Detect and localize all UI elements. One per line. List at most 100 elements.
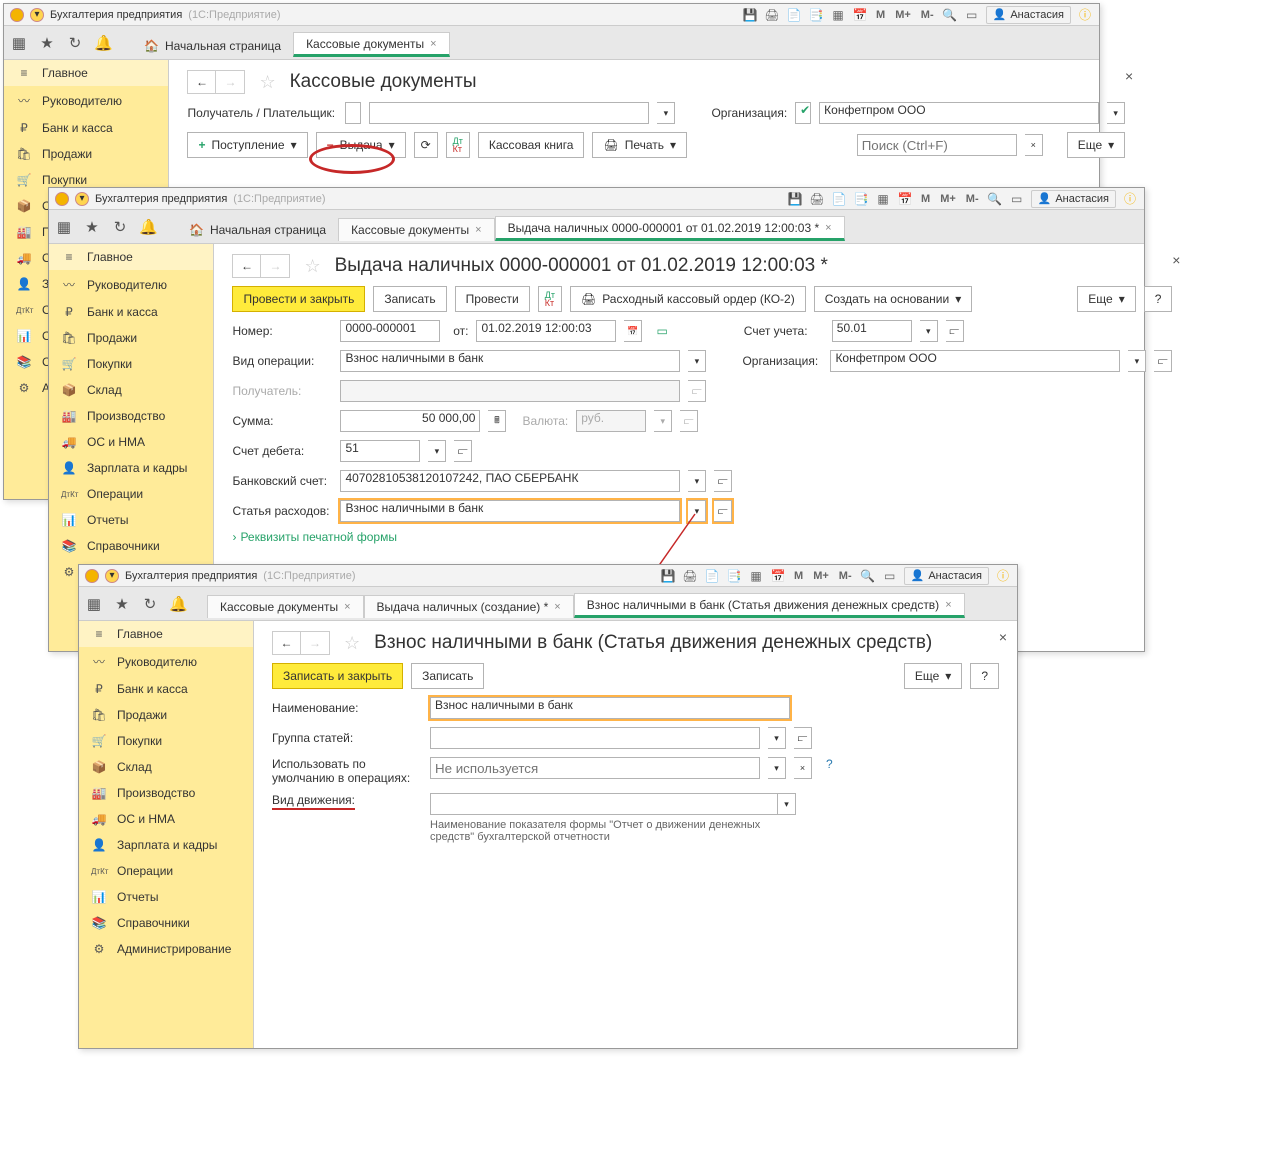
save-icon[interactable]: 💾 [742, 8, 758, 22]
bell-icon[interactable]: 🔔 [94, 34, 112, 52]
nav-fwd[interactable]: → [216, 71, 244, 93]
bank-input[interactable]: 40702810538120107242, ПАО СБЕРБАНК [340, 470, 680, 492]
apps-icon[interactable]: ▦ [10, 34, 28, 52]
page-close[interactable]: × [1125, 68, 1133, 84]
user-chip[interactable]: 👤Анастасия [986, 6, 1071, 24]
btn-help[interactable]: ? [1144, 286, 1173, 312]
btn-dtkt[interactable]: ДтКт [446, 132, 470, 158]
tab-cash-docs[interactable]: Кассовые документы× [338, 218, 495, 241]
tab-cashflow-item[interactable]: Взнос наличными в банк (Статья движения … [574, 593, 965, 618]
btn-print[interactable]: 🖨Печать▾ [592, 132, 687, 158]
exp-open-btn[interactable]: ⫍ [714, 500, 732, 522]
calc-btn[interactable]: 🖩 [488, 410, 506, 432]
tab-payout[interactable]: Выдача наличных 0000-000001 от 01.02.201… [495, 216, 845, 241]
org-check[interactable]: ✔ [795, 102, 811, 124]
fav-star[interactable]: ☆ [344, 633, 360, 654]
fav-star[interactable]: ☆ [304, 256, 320, 277]
nav-back[interactable]: ← [233, 255, 261, 277]
tab-payout-create[interactable]: Выдача наличных (создание) *× [364, 595, 574, 618]
btn-conduct[interactable]: Провести [455, 286, 530, 312]
use-clear[interactable]: × [794, 757, 812, 779]
print-icon[interactable]: 🖨 [764, 8, 780, 22]
app-menu-dropdown[interactable]: ▾ [105, 569, 119, 583]
compare-icon[interactable]: 📑 [808, 8, 824, 22]
search-clear[interactable]: × [1025, 134, 1043, 156]
zoom-icon[interactable]: 🔍 [942, 8, 958, 22]
sidebar-item-main[interactable]: ≡Главное [4, 60, 168, 86]
tab-close[interactable]: × [430, 38, 436, 50]
apps-icon[interactable]: ▦ [85, 595, 103, 613]
nav-fwd[interactable]: → [301, 632, 329, 654]
grid-icon[interactable]: ▦ [830, 8, 846, 22]
btn-help[interactable]: ? [970, 663, 999, 689]
home-tab[interactable]: 🏠Начальная страница [177, 219, 338, 241]
user-chip[interactable]: 👤Анастасия [1031, 190, 1116, 208]
sidebar-item-bank[interactable]: ₽Банк и касса [4, 115, 168, 141]
star-icon[interactable]: ★ [38, 34, 56, 52]
btn-more[interactable]: Еще▾ [1077, 286, 1135, 312]
calendar-icon[interactable]: 📅 [897, 192, 913, 206]
btn-post-close[interactable]: Провести и закрыть [232, 286, 365, 312]
doc-icon[interactable]: 📄 [786, 8, 802, 22]
nav-fwd[interactable]: → [261, 255, 289, 277]
app-menu-dropdown[interactable]: ▾ [75, 192, 89, 206]
fav-star[interactable]: ☆ [259, 72, 275, 93]
grid-icon[interactable]: ▦ [875, 192, 891, 206]
tab-cash-docs[interactable]: Кассовые документы× [293, 32, 450, 57]
btn-write[interactable]: Записать [373, 286, 446, 312]
sidebar-item-sales[interactable]: 🛍Продажи [4, 141, 168, 167]
btn-out[interactable]: −Выдача▾ [316, 132, 406, 158]
sum-input[interactable]: 50 000,00 [340, 410, 480, 432]
name-input[interactable]: Взнос наличными в банк [430, 697, 790, 719]
mplus-btn[interactable]: M+ [893, 9, 913, 21]
calendar-icon[interactable]: 📅 [852, 8, 868, 22]
date-picker[interactable]: 📅 [624, 320, 642, 342]
history-icon[interactable]: ↻ [66, 34, 84, 52]
info-icon[interactable]: ⓘ [995, 567, 1011, 584]
btn-more[interactable]: Еще▾ [904, 663, 962, 689]
save-icon[interactable]: 💾 [787, 192, 803, 206]
group-input[interactable] [430, 727, 760, 749]
panel-icon[interactable]: ▭ [964, 8, 980, 22]
star-icon[interactable]: ★ [83, 218, 101, 236]
info-icon[interactable]: ⓘ [1122, 190, 1138, 207]
filter-drop[interactable]: ▾ [657, 102, 675, 124]
m-btn[interactable]: M [874, 9, 887, 21]
user-chip[interactable]: 👤Анастасия [904, 567, 989, 585]
org-input[interactable]: Конфетпром ООО [819, 102, 1099, 124]
filter-input[interactable] [369, 102, 649, 124]
panel-icon[interactable]: ▭ [1009, 192, 1025, 206]
info-icon[interactable]: ⓘ [1077, 6, 1093, 23]
use-input[interactable] [430, 757, 760, 779]
compare-icon[interactable]: 📑 [853, 192, 869, 206]
page-close[interactable]: × [999, 629, 1007, 645]
home-tab[interactable]: 🏠Начальная страница [132, 35, 293, 57]
move-input[interactable] [430, 793, 778, 815]
mminus-btn[interactable]: M- [919, 9, 936, 21]
btn-save-close[interactable]: Записать и закрыть [272, 663, 403, 689]
print-req-link[interactable]: ›Реквизиты печатной формы [232, 530, 397, 544]
btn-dtkt[interactable]: ДтКт [538, 286, 562, 312]
print-icon[interactable]: 🖨 [809, 192, 825, 206]
apps-icon[interactable]: ▦ [55, 218, 73, 236]
sidebar-item-manager[interactable]: 〰Руководителю [4, 86, 168, 115]
btn-in[interactable]: +Поступление▾ [187, 132, 307, 158]
tab-cash-docs[interactable]: Кассовые документы× [207, 595, 364, 618]
doc-icon[interactable]: 📄 [831, 192, 847, 206]
app-menu-dropdown[interactable]: ▾ [30, 8, 44, 22]
history-icon[interactable]: ↻ [111, 218, 129, 236]
nav-back[interactable]: ← [273, 632, 301, 654]
exp-input[interactable]: Взнос наличными в банк [340, 500, 680, 522]
nav-back[interactable]: ← [188, 71, 216, 93]
history-icon[interactable]: ↻ [141, 595, 159, 613]
bell-icon[interactable]: 🔔 [139, 218, 157, 236]
bell-icon[interactable]: 🔔 [169, 595, 187, 613]
op-input[interactable]: Взнос наличными в банк [340, 350, 680, 372]
btn-create-base[interactable]: Создать на основании▾ [814, 286, 973, 312]
search-input[interactable] [857, 134, 1017, 156]
acc-input[interactable]: 50.01 [832, 320, 912, 342]
star-icon[interactable]: ★ [113, 595, 131, 613]
btn-refresh[interactable]: ⟳ [414, 132, 438, 158]
zoom-icon[interactable]: 🔍 [987, 192, 1003, 206]
btn-ko2[interactable]: 🖨Расходный кассовый ордер (КО-2) [570, 286, 806, 312]
